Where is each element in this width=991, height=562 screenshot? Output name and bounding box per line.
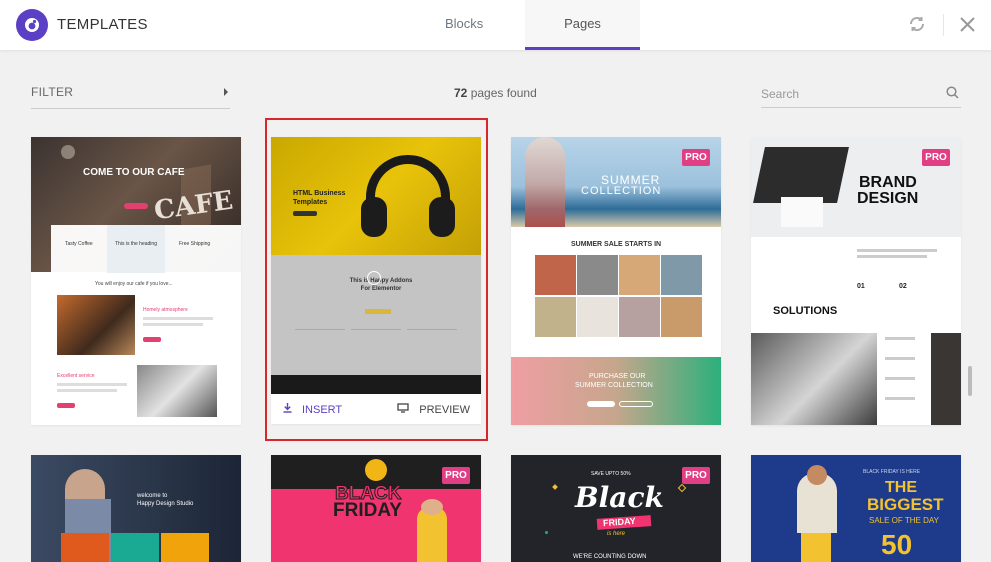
header-divider [943,14,944,36]
tab-pages-label: Pages [564,16,601,31]
purchase-text-1: PURCHASE OUR [589,373,646,380]
results-count-number: 72 [454,86,468,100]
brand-number-1: 01 [857,283,865,290]
app-logo [16,9,48,41]
biggest-number-text: 50 [881,529,913,560]
cafe-enjoy-text: You will enjoy our cafe if you love... [95,281,173,287]
cafe-feature-3: Free Shipping [179,241,211,247]
welcome-text-1: welcome to [137,493,168,499]
brand-text-2: DESIGN [857,190,919,207]
biggest-top-text: BLACK FRIDAY IS HERE [863,469,921,475]
tab-blocks[interactable]: Blocks [445,16,483,31]
brand-text-1: BRAND [859,174,917,191]
pro-badge: PRO [442,467,470,484]
template-card-black-friday-pink[interactable]: BLACK FRIDAY PRO [271,455,481,562]
template-card-biggest-sale[interactable]: BLACK FRIDAY IS HERE THE BIGGEST SALE OF… [751,455,961,562]
close-icon[interactable] [960,17,975,37]
results-count: 72 pages found [454,86,537,100]
template-thumbnail-summer-collection: SUMMER COLLECTION SUMMER SALE STARTS IN … [511,137,721,425]
filter-dropdown[interactable]: FILTER [31,82,230,109]
modal-title: TEMPLATES [57,16,148,33]
counting-text: WE'RE COUNTING DOWN [573,554,647,560]
brand-number-2: 02 [899,283,907,290]
caret-right-icon [224,88,228,96]
summer-hero-2: COLLECTION [581,185,662,197]
search-box [761,82,961,108]
template-card-cafe[interactable]: COME TO OUR CAFE CAFE Tasty Coffee This … [31,137,241,425]
solutions-text: SOLUTIONS [773,305,838,317]
filter-label: FILTER [31,85,74,99]
pro-badge: PRO [682,149,710,166]
welcome-text-2: Happy Design Studio [137,501,194,507]
scrollbar-thumb[interactable] [968,366,972,396]
black-friday-line-2: FRIDAY [333,500,402,521]
cafe-section-2: Excellent service [57,373,95,379]
cafe-feature-2: This is the heading [115,241,157,247]
is-here-text: is here [607,531,626,537]
biggest-text: BIGGEST [867,495,944,514]
summer-sale-text: SUMMER SALE STARTS IN [571,241,662,248]
template-thumbnail-biggest-sale: BLACK FRIDAY IS HERE THE BIGGEST SALE OF… [751,455,961,562]
biggest-sub-text: SALE OF THE DAY [869,516,939,525]
cafe-hero-text: COME TO OUR CAFE [83,167,185,178]
template-thumbnail-brand-design: BRAND DESIGN 01 02 SOLUTIONS [751,137,961,425]
template-card-brand-design[interactable]: BRAND DESIGN 01 02 SOLUTIONS PRO [751,137,961,425]
active-tab-indicator [525,47,640,50]
black-script-text: Black [575,481,664,514]
templates-modal: TEMPLATES Blocks Pages FILTER 72 pages f… [0,0,991,562]
selected-card-outline [265,118,488,441]
purchase-text-2: SUMMER COLLECTION [575,382,653,389]
template-card-happy-design-studio[interactable]: welcome to Happy Design Studio [31,455,241,562]
template-thumbnail-cafe: COME TO OUR CAFE CAFE Tasty Coffee This … [31,137,241,425]
template-thumbnail-happy-design-studio: welcome to Happy Design Studio [31,455,241,562]
template-card-black-friday-dark[interactable]: SAVE UPTO 50% Black FRIDAY is here WE'RE… [511,455,721,562]
search-icon[interactable] [946,86,959,104]
header: TEMPLATES Blocks Pages [0,0,991,50]
cafe-section-1: Homely atmosphere [143,307,188,313]
search-input[interactable] [761,82,941,106]
pro-badge: PRO [682,467,710,484]
template-card-summer-collection[interactable]: SUMMER COLLECTION SUMMER SALE STARTS IN … [511,137,721,425]
tab-pages[interactable]: Pages [525,0,640,50]
results-count-suffix: pages found [467,86,537,100]
save-text: SAVE UPTO 50% [591,471,631,477]
cafe-feature-1: Tasty Coffee [65,241,93,247]
sync-icon[interactable] [908,15,926,38]
pro-badge: PRO [922,149,950,166]
